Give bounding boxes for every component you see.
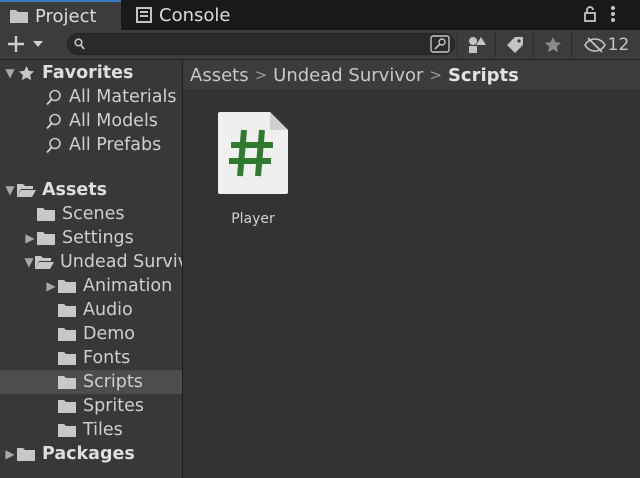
tree-row-audio[interactable]: Audio — [0, 298, 182, 322]
tree-row-animation[interactable]: ▶ Animation — [0, 274, 182, 298]
star-icon — [16, 65, 36, 82]
csharp-script-icon — [218, 112, 288, 194]
tree-row-settings[interactable]: ▶ Settings — [0, 226, 182, 250]
favorite-item[interactable]: All Models — [0, 109, 182, 133]
filter-by-label-button[interactable] — [495, 31, 534, 58]
tree-label: All Prefabs — [69, 135, 162, 155]
more-options-icon[interactable] — [610, 5, 616, 28]
chevron-right-icon: > — [254, 66, 268, 84]
asset-label: Player — [231, 211, 275, 227]
tree-label: Scenes — [62, 204, 125, 224]
filter-by-type-button[interactable] — [457, 31, 496, 58]
tree-row-favorites[interactable]: ▼ Favorites — [0, 61, 182, 85]
tree-label: Demo — [83, 324, 135, 344]
tree-label: Scripts — [83, 372, 143, 392]
folder-icon — [57, 303, 77, 317]
plus-icon — [8, 36, 43, 52]
collapsed-arrow-icon[interactable]: ▶ — [24, 231, 36, 245]
shapes-icon — [469, 36, 486, 53]
tree-row-demo[interactable]: Demo — [0, 322, 182, 346]
search-icon — [44, 113, 64, 130]
tree-row-fonts[interactable]: Fonts — [0, 346, 182, 370]
create-button[interactable] — [8, 35, 44, 58]
folder-open-icon — [34, 255, 54, 270]
tree-row-undead-survivor[interactable]: ▼ Undead Survivor — [0, 250, 182, 274]
tree-label: All Materials — [69, 87, 177, 107]
tree-label: Undead Survivor — [59, 252, 182, 272]
tree-row-scenes[interactable]: Scenes — [0, 202, 182, 226]
tree-row-packages[interactable]: ▶ Packages — [0, 442, 182, 466]
expanded-arrow-icon[interactable]: ▼ — [24, 255, 34, 269]
tree-row-scripts[interactable]: Scripts — [0, 370, 182, 394]
star-icon — [545, 36, 561, 52]
console-icon — [136, 7, 152, 23]
tree-label: Settings — [62, 228, 134, 248]
folder-icon — [57, 279, 77, 293]
eye-hidden-icon — [583, 36, 606, 53]
folder-icon — [57, 327, 77, 341]
search-scope-icon[interactable] — [430, 35, 450, 53]
breadcrumb: Assets > Undead Survivor > Scripts — [183, 60, 640, 91]
tab-label: Project — [35, 5, 97, 27]
folder-icon — [57, 423, 77, 437]
breadcrumb-item[interactable]: Undead Survivor — [273, 65, 423, 86]
tree-row-assets[interactable]: ▼ Assets — [0, 178, 182, 202]
tag-icon — [507, 36, 523, 53]
tree-label: Assets — [42, 180, 108, 200]
favorite-item[interactable]: All Prefabs — [0, 133, 182, 157]
tree-label: All Models — [69, 111, 158, 131]
tab-project[interactable]: Project — [0, 0, 121, 30]
tree-label: Sprites — [83, 396, 145, 416]
tab-console[interactable]: Console — [133, 0, 256, 30]
folder-icon — [16, 447, 36, 461]
folder-icon — [57, 399, 77, 413]
tree-row-tiles[interactable]: Tiles — [0, 418, 182, 442]
folder-icon — [57, 351, 77, 365]
tab-label: Console — [159, 4, 231, 26]
hidden-count: 12 — [607, 34, 630, 55]
expanded-arrow-icon[interactable]: ▼ — [4, 183, 16, 197]
hidden-packages-button[interactable]: 12 — [571, 31, 640, 58]
asset-item-player[interactable]: Player — [216, 110, 290, 227]
tree-label: Animation — [83, 276, 173, 296]
search-icon — [44, 89, 64, 106]
expanded-arrow-icon[interactable]: ▼ — [4, 66, 16, 80]
collapsed-arrow-icon[interactable]: ▶ — [4, 447, 16, 461]
tree-label: Audio — [83, 300, 133, 320]
tree-label: Favorites — [42, 63, 134, 83]
favorite-item[interactable]: All Materials — [0, 85, 182, 109]
favorite-button[interactable] — [533, 31, 572, 58]
search-input[interactable] — [67, 33, 455, 55]
project-tree: ▼ Favorites All Materials All Models All… — [0, 60, 182, 478]
collapsed-arrow-icon[interactable]: ▶ — [45, 279, 57, 293]
search-icon — [74, 38, 85, 50]
breadcrumb-item[interactable]: Assets — [190, 65, 249, 86]
folder-icon — [36, 231, 56, 245]
tree-row-sprites[interactable]: Sprites — [0, 394, 182, 418]
breadcrumb-current[interactable]: Scripts — [448, 65, 519, 86]
search-icon — [44, 137, 64, 154]
chevron-right-icon: > — [429, 66, 442, 84]
folder-icon — [57, 375, 77, 389]
lock-icon[interactable] — [584, 6, 596, 27]
tree-label: Tiles — [83, 420, 123, 440]
folder-icon — [36, 207, 56, 221]
tree-label: Fonts — [83, 348, 131, 368]
folder-open-icon — [16, 183, 36, 198]
tree-label: Packages — [42, 444, 135, 464]
folder-icon — [10, 10, 28, 23]
